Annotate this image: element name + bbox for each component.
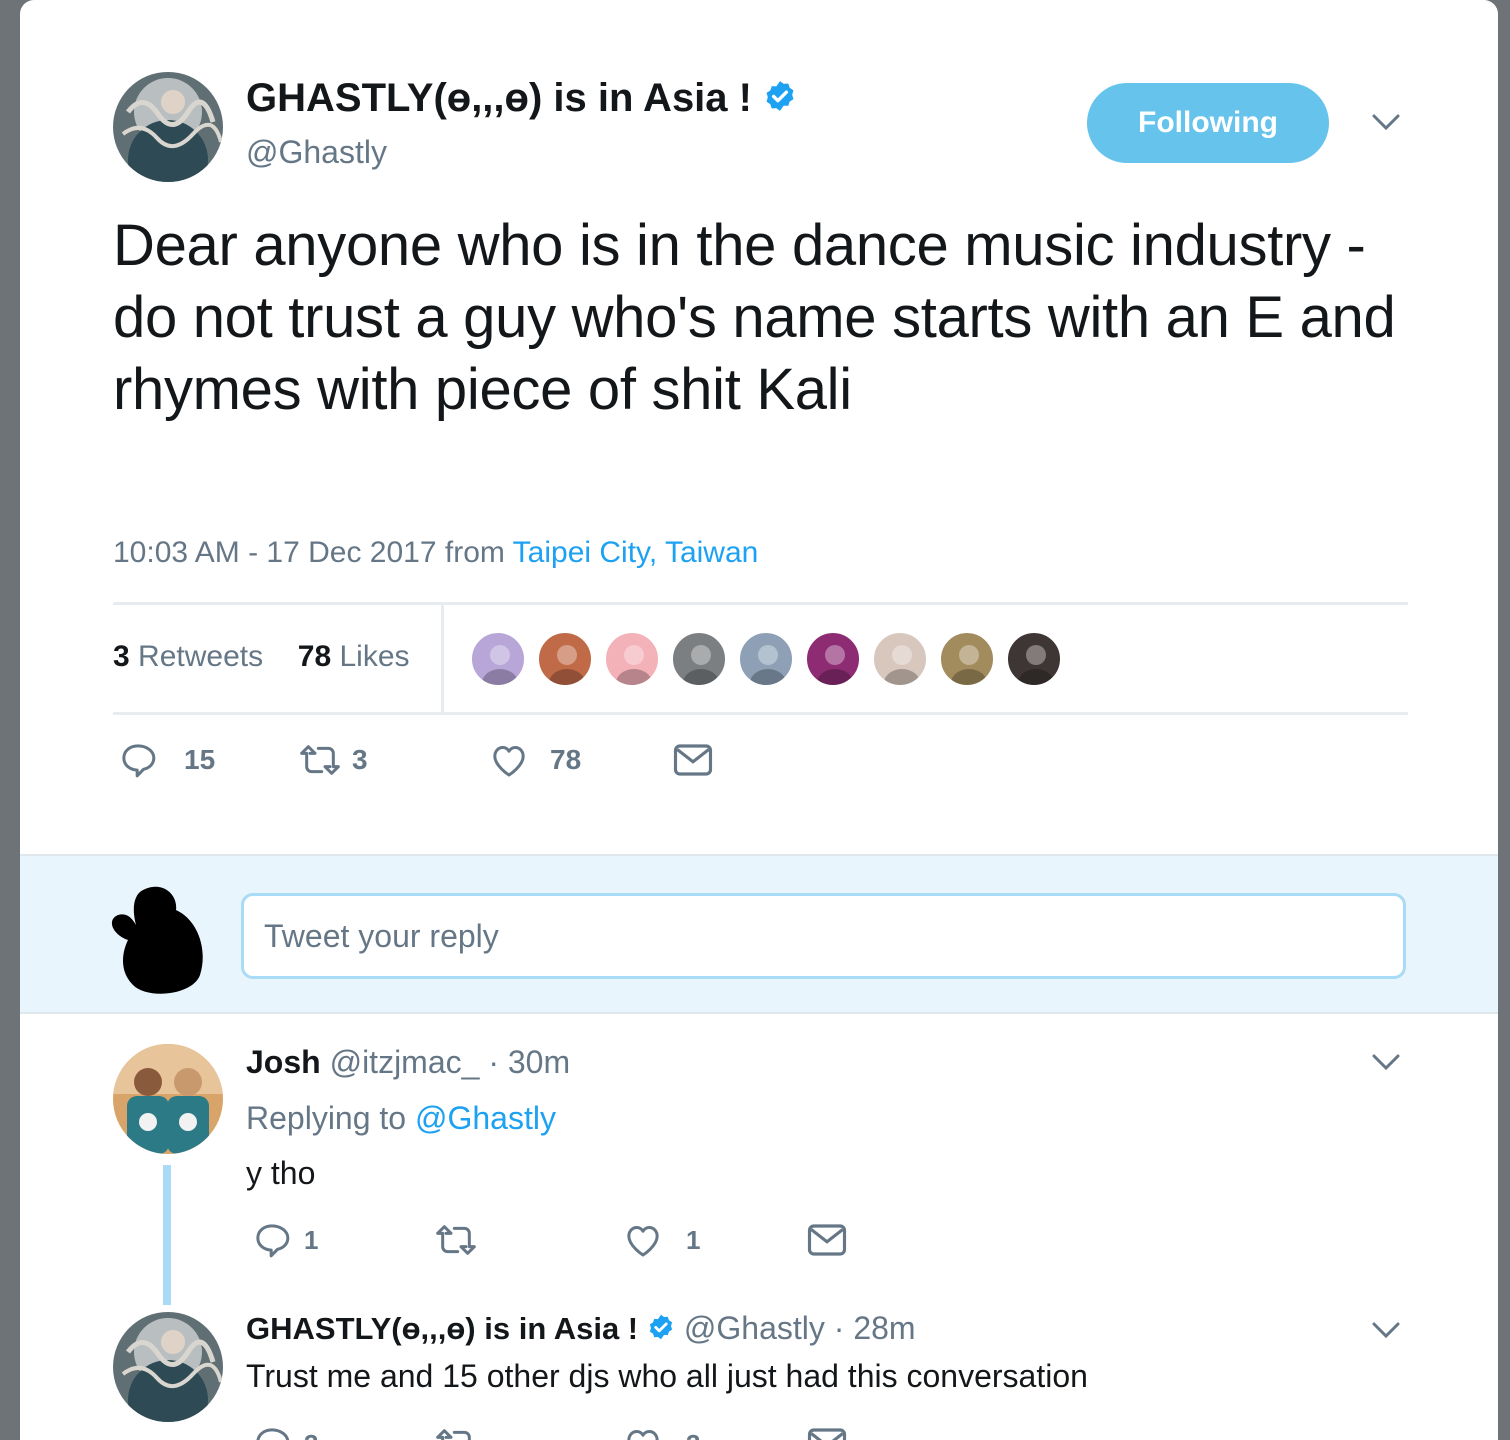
replying-to: Replying to @Ghastly: [246, 1100, 556, 1137]
reply2-time[interactable]: · 28m: [834, 1310, 916, 1346]
liker-3-avatar[interactable]: [604, 631, 660, 687]
reply-icon: [256, 1224, 290, 1258]
like-action[interactable]: 78: [488, 740, 581, 780]
reply-more-chevron-icon[interactable]: [1370, 1050, 1402, 1079]
direct-message-action[interactable]: [672, 742, 714, 778]
reply2-reply-count: 3: [304, 1429, 318, 1440]
verified-badge-icon: [647, 1312, 675, 1349]
tweet-card: GHASTLY(ɵ,,,ɵ) is in Asia ! @Ghastly Fol…: [20, 0, 1498, 1440]
reply-action[interactable]: 15: [118, 740, 215, 780]
retweet-icon: [300, 745, 340, 775]
engagement-stats: 3 Retweets 78 Likes: [113, 640, 410, 674]
reply-time[interactable]: · 30m: [488, 1044, 570, 1080]
reply-text: y tho: [246, 1155, 316, 1191]
liker-8-avatar[interactable]: [939, 631, 995, 687]
divider: [113, 712, 1408, 715]
reply-header: Josh @itzjmac_ · 30m: [246, 1044, 570, 1081]
reply-icon: [256, 1428, 290, 1440]
liker-6-avatar[interactable]: [805, 631, 861, 687]
liker-1-avatar[interactable]: [470, 631, 526, 687]
heart-icon: [493, 746, 525, 777]
reply-author-handle[interactable]: @itzjmac_: [330, 1044, 480, 1080]
heart-icon: [627, 1226, 659, 1257]
like-count: 78: [550, 744, 582, 775]
liker-9-avatar[interactable]: [1006, 631, 1062, 687]
reply2-like-count: 3: [686, 1429, 700, 1440]
tweet-location-link[interactable]: Taipei City, Taiwan: [513, 536, 759, 569]
replying-to-label: Replying to: [246, 1100, 407, 1136]
reply-author-name[interactable]: Josh: [246, 1044, 321, 1080]
liker-4-avatar[interactable]: [671, 631, 727, 687]
reply-input[interactable]: Tweet your reply: [241, 893, 1406, 979]
retweets-stat[interactable]: 3 Retweets: [113, 640, 263, 673]
reply2-reply-action[interactable]: 3: [252, 1424, 318, 1440]
more-chevron-icon[interactable]: [1370, 110, 1402, 139]
heart-icon: [627, 1430, 659, 1440]
reply-reply-count: 1: [304, 1224, 319, 1255]
reply-dm-action[interactable]: [806, 1222, 848, 1258]
envelope-icon: [807, 1428, 847, 1440]
verified-badge-icon: [763, 78, 797, 123]
envelope-icon: [673, 744, 713, 776]
tweet-meta: 10:03 AM - 17 Dec 2017 from Taipei City,…: [113, 536, 758, 570]
thread-connector: [163, 1165, 171, 1305]
reply2-retweet-action[interactable]: [434, 1424, 478, 1440]
reply2-text: Trust me and 15 other djs who all just h…: [246, 1358, 1088, 1394]
envelope-icon: [807, 1224, 847, 1256]
author-handle[interactable]: @Ghastly: [246, 134, 387, 171]
reply-count: 15: [184, 744, 216, 775]
author-display-name[interactable]: GHASTLY(ɵ,,,ɵ) is in Asia !: [246, 76, 752, 120]
liker-5-avatar[interactable]: [738, 631, 794, 687]
retweet-icon: [436, 1225, 476, 1255]
reply2-author-name[interactable]: GHASTLY(ɵ,,,ɵ) is in Asia !: [246, 1311, 638, 1346]
reply2-more-chevron-icon[interactable]: [1370, 1318, 1402, 1347]
reply-reply-action[interactable]: 1: [252, 1220, 318, 1260]
tweet-timestamp[interactable]: 10:03 AM - 17 Dec 2017 from: [113, 536, 505, 569]
following-button[interactable]: Following: [1087, 83, 1329, 163]
liker-7-avatar[interactable]: [872, 631, 928, 687]
retweet-action[interactable]: 3: [298, 740, 368, 780]
reply2-like-action[interactable]: 3: [622, 1424, 700, 1440]
retweet-icon: [436, 1429, 471, 1440]
author-avatar[interactable]: [113, 72, 223, 182]
reply-retweet-action[interactable]: [434, 1220, 478, 1260]
reply-icon: [122, 744, 156, 778]
reply2-header: GHASTLY(ɵ,,,ɵ) is in Asia ! @Ghastly · 2…: [246, 1310, 916, 1349]
reply2-author-handle[interactable]: @Ghastly: [684, 1310, 825, 1346]
liker-2-avatar[interactable]: [537, 631, 593, 687]
stats-divider: [441, 605, 444, 713]
tweet-text: Dear anyone who is in the dance music in…: [113, 213, 1396, 422]
reply2-author-avatar[interactable]: [113, 1312, 223, 1422]
divider: [113, 602, 1408, 605]
retweet-count: 3: [352, 744, 368, 775]
reply-like-action[interactable]: 1: [622, 1220, 700, 1260]
current-user-avatar[interactable]: [108, 880, 208, 1000]
reply-like-count: 1: [686, 1224, 701, 1255]
reply-author-avatar[interactable]: [113, 1044, 223, 1154]
author-name-row[interactable]: GHASTLY(ɵ,,,ɵ) is in Asia !: [246, 76, 797, 123]
replying-to-handle[interactable]: @Ghastly: [415, 1100, 556, 1136]
likes-stat[interactable]: 78 Likes: [298, 640, 410, 673]
reply2-dm-action[interactable]: [806, 1426, 848, 1440]
